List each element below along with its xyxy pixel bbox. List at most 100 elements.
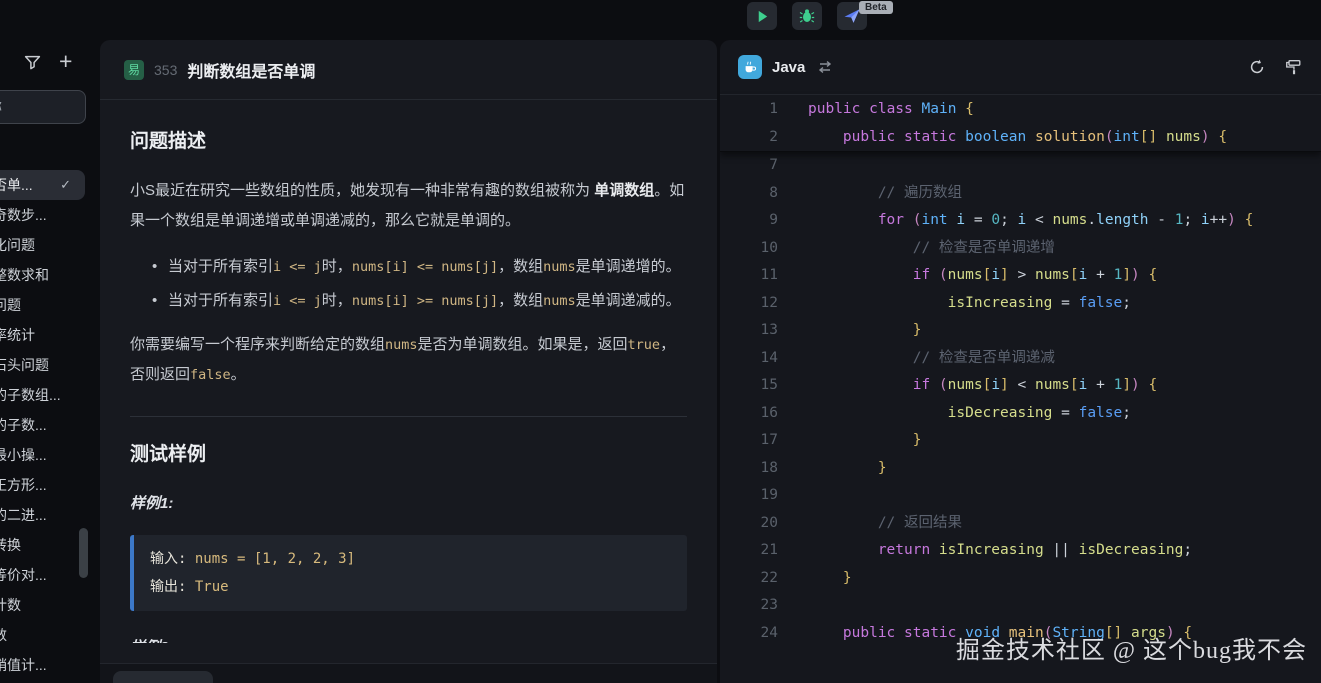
code-line[interactable]: 21return isIncreasing || isDecreasing; <box>720 537 1321 565</box>
code-token: for <box>878 212 913 228</box>
switch-language-button[interactable] <box>817 60 833 74</box>
code-token: isIncreasing <box>939 542 1053 558</box>
code-line[interactable]: 11if (nums[i] > nums[i + 1]) { <box>720 262 1321 290</box>
sidebar-item[interactable]: 数 <box>0 620 100 650</box>
code-line[interactable]: 14 // 检查是否单调递减 <box>720 345 1321 373</box>
swap-arrows-icon <box>817 60 833 74</box>
code-token: // 返回结果 <box>878 515 962 531</box>
line-content: return isIncreasing || isDecreasing; <box>778 537 1192 565</box>
code-line[interactable]: 2public static boolean solution(int[] nu… <box>720 123 1321 151</box>
reset-code-button[interactable] <box>1248 58 1266 76</box>
code-line[interactable]: 17} <box>720 427 1321 455</box>
sticky-code-lines: 1public class Main {2public static boole… <box>720 95 1321 152</box>
line-number: 19 <box>720 482 778 510</box>
text-segment: 单调数组 <box>594 182 654 199</box>
line-content: isDecreasing = false; <box>778 400 1131 428</box>
sidebar-item[interactable]: 化问题 <box>0 230 100 260</box>
code-token: ) <box>1227 212 1244 228</box>
filter-button[interactable] <box>24 54 41 76</box>
code-token: = <box>974 212 991 228</box>
sample-value: nums = [1, 2, 2, 3] <box>195 551 355 567</box>
sidebar-item[interactable]: 正方形... <box>0 470 100 500</box>
sidebar-scrollbar[interactable] <box>79 528 88 578</box>
code-token: if <box>913 267 939 283</box>
sidebar-item[interactable]: 石头问题 <box>0 350 100 380</box>
code-token: } <box>878 460 887 476</box>
code-line[interactable]: 18} <box>720 455 1321 483</box>
code-line[interactable]: 9for (int i = 0; i < nums.length - 1; i+… <box>720 207 1321 235</box>
code-token: ) <box>1131 267 1148 283</box>
sidebar-item[interactable]: 的子数... <box>0 410 100 440</box>
code-token: - <box>1149 212 1175 228</box>
code-line[interactable]: 8// 遍历数组 <box>720 180 1321 208</box>
code-token: 0 <box>991 212 1000 228</box>
funnel-icon <box>24 54 41 71</box>
code-token: i <box>991 267 1000 283</box>
java-language-icon <box>738 55 762 79</box>
code-line[interactable]: 12isIncreasing = false; <box>720 290 1321 318</box>
code-line[interactable]: 7 <box>720 152 1321 180</box>
search-input[interactable]: 称 <box>0 90 86 124</box>
problem-body: 问题描述 小S最近在研究一些数组的性质，她发现有一种非常有趣的数组被称为 单调数… <box>100 100 717 663</box>
app-root: Beta + 称 否单...✓奇数步...化问题整数求和问题率统计石头问题的子数… <box>0 0 1321 683</box>
top-toolbar: Beta <box>0 0 1321 40</box>
text-segment: 是单调递减的。 <box>576 292 681 309</box>
format-code-button[interactable] <box>1284 58 1303 76</box>
code-token: solution <box>1035 129 1105 145</box>
code-line[interactable]: 10// 检查是否单调递增 <box>720 235 1321 263</box>
code-line[interactable]: 22} <box>720 565 1321 593</box>
code-line[interactable]: 19 <box>720 482 1321 510</box>
sidebar-item[interactable]: 奇数步... <box>0 200 100 230</box>
problem-id: 353 <box>154 62 177 78</box>
text-segment: 是单调递增的。 <box>576 258 681 275</box>
line-content: public static boolean solution(int[] num… <box>778 123 1227 151</box>
sidebar-item[interactable]: 整数求和 <box>0 260 100 290</box>
line-number: 15 <box>720 372 778 400</box>
code-area[interactable]: 1public class Main {2public static boole… <box>720 95 1321 683</box>
code-token: + <box>1087 377 1113 393</box>
inline-code: false <box>190 367 231 383</box>
code-line[interactable]: 13} <box>720 317 1321 345</box>
line-number: 11 <box>720 262 778 290</box>
inline-code: nums[i] <= nums[j] <box>352 259 498 275</box>
code-line[interactable]: 15if (nums[i] < nums[i + 1]) { <box>720 372 1321 400</box>
sidebar-item[interactable]: 计数 <box>0 590 100 620</box>
debug-button[interactable] <box>792 2 822 30</box>
problem-bottom-strip <box>100 663 717 683</box>
line-number: 14 <box>720 345 778 373</box>
code-token: { <box>1149 377 1158 393</box>
problem-header: 易 353 判断数组是否单调 <box>100 40 717 100</box>
sidebar-item[interactable]: 率统计 <box>0 320 100 350</box>
code-token: // 检查是否单调递减 <box>913 350 1055 366</box>
code-token: ( <box>939 267 948 283</box>
code-token: } <box>913 322 922 338</box>
code-token: nums <box>1035 377 1070 393</box>
sidebar-item-label: 正方形... <box>0 477 47 493</box>
run-button[interactable] <box>747 2 777 30</box>
inline-code: nums <box>543 259 576 275</box>
sidebar-item[interactable]: 问题 <box>0 290 100 320</box>
section-title-samples: 测试样例 <box>130 443 687 467</box>
sidebar-item-label: 转换 <box>0 537 21 553</box>
results-tab[interactable] <box>113 671 213 683</box>
code-token: boolean <box>965 129 1035 145</box>
problem-panel: 易 353 判断数组是否单调 问题描述 小S最近在研究一些数组的性质，她发现有一… <box>100 40 717 683</box>
code-token: } <box>843 570 852 586</box>
code-line[interactable]: 20// 返回结果 <box>720 510 1321 538</box>
code-line[interactable]: 23 <box>720 592 1321 620</box>
code-token: Main <box>922 101 966 117</box>
code-line[interactable]: 1public class Main { <box>720 95 1321 123</box>
add-problem-button[interactable]: + <box>59 48 72 75</box>
watermark: 掘金技术社区 @ 这个bug我不会 <box>956 630 1307 665</box>
code-line[interactable]: 16isDecreasing = false; <box>720 400 1321 428</box>
text-segment: 当对于所有索引 <box>168 292 273 309</box>
code-token: || <box>1052 542 1078 558</box>
sidebar-item[interactable]: 最小操... <box>0 440 100 470</box>
sidebar-item[interactable]: 的子数组... <box>0 380 100 410</box>
line-number: 13 <box>720 317 778 345</box>
line-number: 9 <box>720 207 778 235</box>
sidebar-item[interactable]: 的二进... <box>0 500 100 530</box>
sidebar-item[interactable]: 否单...✓ <box>0 170 85 200</box>
sidebar-item[interactable]: 峭值计... <box>0 650 100 680</box>
code-editor-panel: Java <box>720 40 1321 683</box>
